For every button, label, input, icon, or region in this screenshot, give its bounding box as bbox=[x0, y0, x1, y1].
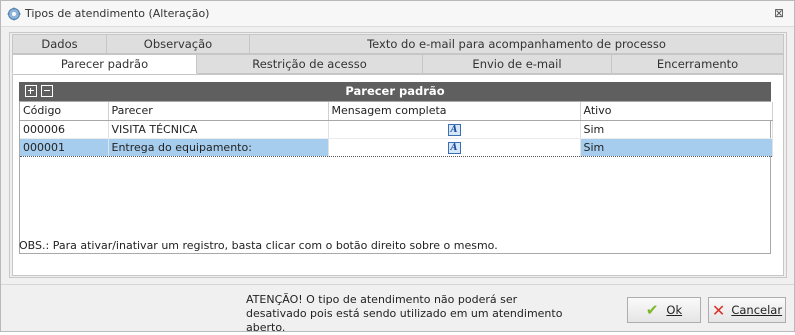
parecer-table: Código Parecer Mensagem completa Ativo 0… bbox=[20, 102, 773, 157]
warning-line-1: ATENÇÃO! O tipo de atendimento não poder… bbox=[246, 293, 518, 306]
rich-text-icon[interactable]: A bbox=[447, 123, 461, 136]
table-row[interactable]: 000006 VISITA TÉCNICA A Sim bbox=[20, 120, 773, 139]
tab-panel: Dados Observação Texto do e-mail para ac… bbox=[9, 32, 787, 278]
parecer-grid[interactable]: Código Parecer Mensagem completa Ativo 0… bbox=[19, 101, 773, 254]
check-icon: ✔ bbox=[645, 301, 659, 319]
close-icon[interactable]: ⊠ bbox=[774, 6, 784, 20]
tab-parecer-padrao[interactable]: Parecer padrão bbox=[12, 54, 197, 74]
footer-divider bbox=[1, 284, 794, 285]
cell-ativo: Sim bbox=[580, 137, 773, 157]
x-icon: ✕ bbox=[711, 300, 726, 320]
dialog-window: Tipos de atendimento (Alteração) ⊠ Dados… bbox=[0, 0, 795, 335]
tab-encerramento[interactable]: Encerramento bbox=[612, 54, 784, 74]
column-header-codigo[interactable]: Código bbox=[20, 102, 109, 121]
window-title: Tipos de atendimento (Alteração) bbox=[25, 7, 210, 20]
cell-ativo: Sim bbox=[580, 120, 773, 139]
tab-row-1: Dados Observação Texto do e-mail para ac… bbox=[12, 34, 784, 54]
app-gear-icon bbox=[7, 7, 21, 21]
tab-texto-email[interactable]: Texto do e-mail para acompanhamento de p… bbox=[250, 34, 784, 54]
title-bar: Tipos de atendimento (Alteração) ⊠ bbox=[1, 1, 794, 27]
cancel-button[interactable]: ✕ Cancelar bbox=[708, 297, 786, 323]
cell-mensagem: A bbox=[328, 120, 581, 139]
cell-codigo: 000006 bbox=[20, 120, 109, 139]
cell-parecer: Entrega do equipamento: bbox=[108, 137, 329, 157]
column-header-ativo[interactable]: Ativo bbox=[580, 102, 773, 121]
warning-line-2: desativado pois está sendo utilizado em … bbox=[246, 307, 563, 334]
tab-row-2: Parecer padrão Restrição de acesso Envio… bbox=[12, 54, 784, 74]
tab-observacao[interactable]: Observação bbox=[107, 34, 250, 54]
table-header-row: Código Parecer Mensagem completa Ativo bbox=[20, 102, 773, 121]
tab-envio-email[interactable]: Envio de e-mail bbox=[423, 54, 612, 74]
column-header-parecer[interactable]: Parecer bbox=[108, 102, 329, 121]
cell-parecer: VISITA TÉCNICA bbox=[108, 120, 329, 139]
ok-button-label: Ok bbox=[666, 303, 683, 317]
warning-message: ATENÇÃO! O tipo de atendimento não poder… bbox=[246, 293, 586, 335]
grid-title: Parecer padrão bbox=[345, 84, 445, 98]
tab-dados[interactable]: Dados bbox=[12, 34, 107, 54]
rich-text-icon[interactable]: A bbox=[447, 141, 461, 154]
cancel-button-label: Cancelar bbox=[731, 303, 783, 317]
column-header-mensagem[interactable]: Mensagem completa bbox=[328, 102, 581, 121]
ok-button[interactable]: ✔ Ok bbox=[627, 297, 701, 323]
cell-codigo: 000001 bbox=[20, 137, 109, 157]
cell-mensagem: A bbox=[328, 137, 581, 157]
grid-header: Parecer padrão bbox=[19, 82, 771, 101]
tab-restricao-acesso[interactable]: Restrição de acesso bbox=[197, 54, 423, 74]
obs-note: OBS.: Para ativar/inativar um registro, … bbox=[19, 239, 498, 252]
table-row[interactable]: 000001 Entrega do equipamento: A Sim bbox=[20, 137, 773, 157]
